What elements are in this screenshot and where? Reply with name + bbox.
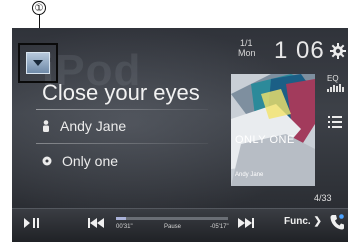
next-track-icon[interactable] (238, 218, 254, 228)
phone-icon[interactable] (330, 214, 344, 230)
title-divider (36, 109, 208, 110)
album-name: Only one (62, 153, 119, 169)
play-pause-icon[interactable] (24, 218, 40, 228)
artist-row[interactable]: Andy Jane (42, 118, 126, 134)
date-display: 1/1 (240, 38, 253, 48)
elapsed-time: 00'31" (116, 224, 133, 230)
previous-track-icon[interactable] (88, 218, 104, 228)
source-menu-button[interactable] (18, 43, 58, 83)
chevron-right-icon: ❯ (313, 216, 322, 227)
progress-bar[interactable] (116, 217, 228, 220)
source-menu-icon (26, 52, 50, 74)
remaining-time: -05'17" (210, 224, 229, 230)
day-display: Mon (238, 48, 256, 58)
function-button[interactable]: Func. ❯ (284, 216, 322, 227)
album-art-title: ONLY ONE (235, 134, 295, 146)
eq-button[interactable]: EQ (327, 74, 344, 92)
album-art-artist: Andy Jane (235, 172, 264, 178)
device-screen: iPod 1/1 Mon 1 06 EQ Close your eyes And… (12, 28, 348, 242)
settings-gear-icon[interactable] (330, 43, 346, 59)
function-label: Func. (284, 216, 311, 227)
eq-label: EQ (327, 74, 339, 83)
artist-divider (36, 143, 208, 144)
progress-fill (116, 217, 127, 220)
person-icon (43, 120, 49, 132)
album-art-image (231, 74, 315, 186)
album-disc-icon (42, 156, 52, 166)
artist-name: Andy Jane (60, 118, 127, 134)
callout-number: ① (32, 1, 46, 15)
track-title: Close your eyes (42, 80, 200, 105)
track-counter: 4/33 (314, 193, 332, 203)
clock-display: 1 06 (274, 37, 325, 64)
album-art[interactable]: ONLY ONE Andy Jane (231, 74, 315, 186)
playback-status: Pause (164, 224, 182, 230)
list-icon[interactable] (328, 116, 342, 128)
eq-bars-icon (327, 84, 344, 92)
album-row[interactable]: Only one (42, 153, 118, 169)
